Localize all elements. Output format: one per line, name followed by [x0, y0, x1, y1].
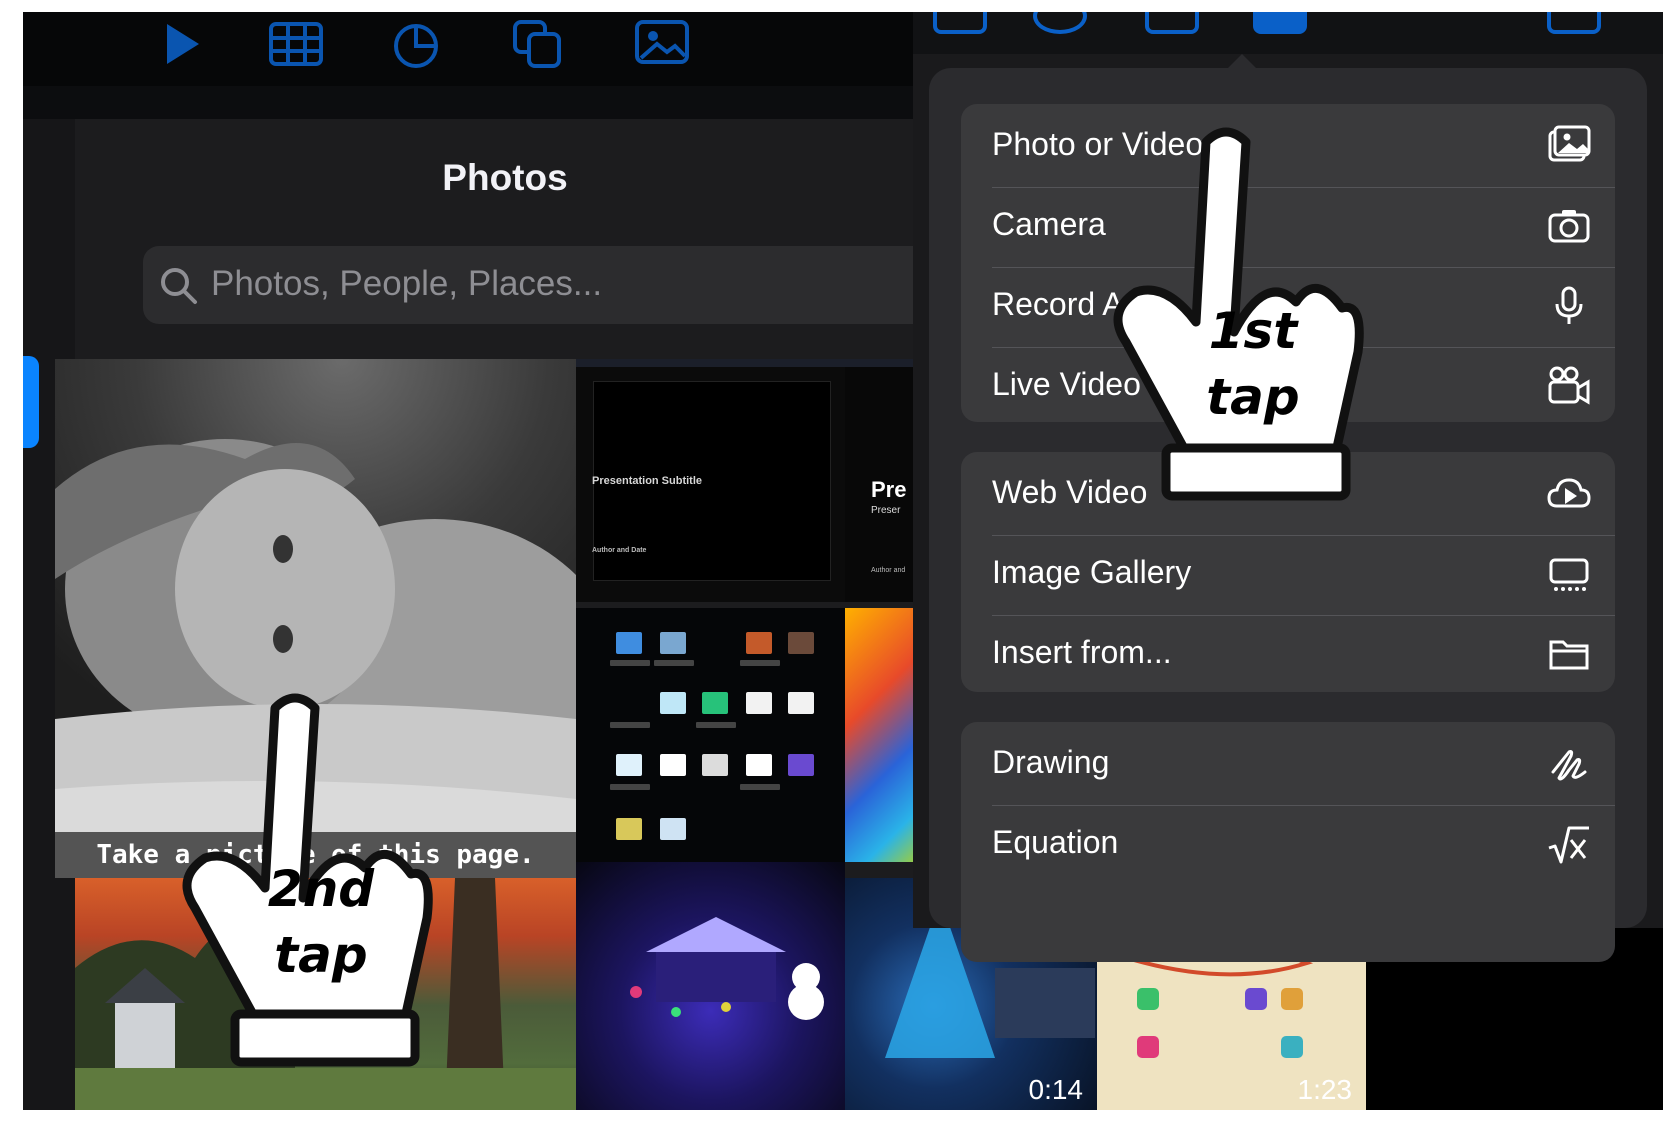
- photo-thumbnail-slide[interactable]: Presentation Subtitle Author and Date: [576, 359, 845, 602]
- media-icon[interactable]: [631, 18, 693, 70]
- first-tap-label-line2: tap: [1206, 368, 1300, 426]
- search-field[interactable]: Photos, People, Places...: [143, 246, 943, 324]
- second-tap-label-line1: 2nd: [267, 860, 375, 918]
- video-duration: 0:14: [1028, 1074, 1084, 1105]
- video-duration: 1:23: [1297, 1074, 1353, 1105]
- shapes-icon[interactable]: [1145, 12, 1199, 34]
- page-title: Photos: [442, 157, 568, 198]
- photo-thumbnail-file-browser[interactable]: [576, 608, 845, 862]
- menu-item-drawing[interactable]: Drawing: [961, 722, 1615, 806]
- toolbar-right: [913, 12, 1663, 54]
- slide2-author: Author and: [871, 567, 906, 574]
- gallery-icon: [1547, 552, 1591, 596]
- slide-subtitle: Presentation Subtitle: [592, 475, 703, 487]
- video-camera-icon: [1547, 364, 1591, 408]
- play-icon[interactable]: [153, 18, 215, 70]
- scribble-icon: [1547, 742, 1591, 786]
- table-icon[interactable]: [265, 18, 327, 70]
- menu-item-equation[interactable]: Equation: [961, 802, 1615, 886]
- photo-library-icon: [1547, 124, 1591, 168]
- slide-author: Author and Date: [592, 547, 647, 554]
- toolbar: [23, 12, 913, 130]
- chart-icon[interactable]: [1033, 12, 1087, 34]
- hand-pointer-first-tap: 1st tap: [1106, 122, 1366, 502]
- camera-icon: [1547, 204, 1591, 248]
- table-icon[interactable]: [933, 12, 987, 34]
- microphone-icon: [1547, 284, 1591, 328]
- search-icon: [157, 264, 199, 306]
- shapes-icon[interactable]: [507, 18, 569, 70]
- more-icon[interactable]: [1547, 12, 1601, 34]
- sidebar-tab[interactable]: [23, 356, 39, 448]
- slide2-title: Pre: [871, 477, 907, 502]
- square-root-icon: [1547, 822, 1591, 866]
- slide2-subtitle: Preser: [871, 505, 901, 516]
- media-icon[interactable]: [1253, 12, 1307, 34]
- menu-item-insert-from[interactable]: Insert from...: [961, 612, 1615, 696]
- folder-icon: [1547, 632, 1591, 676]
- cloud-play-icon: [1547, 472, 1591, 516]
- menu-item-image-gallery[interactable]: Image Gallery: [961, 532, 1615, 616]
- search-placeholder: Photos, People, Places...: [211, 264, 603, 303]
- insert-menu-group-draw: Drawing Equation: [961, 722, 1615, 962]
- chart-icon[interactable]: [385, 18, 447, 70]
- second-tap-label-line2: tap: [274, 926, 368, 984]
- first-tap-label-line1: 1st: [1208, 302, 1298, 360]
- photo-thumbnail-lights[interactable]: [576, 862, 845, 1110]
- hand-pointer-second-tap: 2nd tap: [175, 688, 435, 1068]
